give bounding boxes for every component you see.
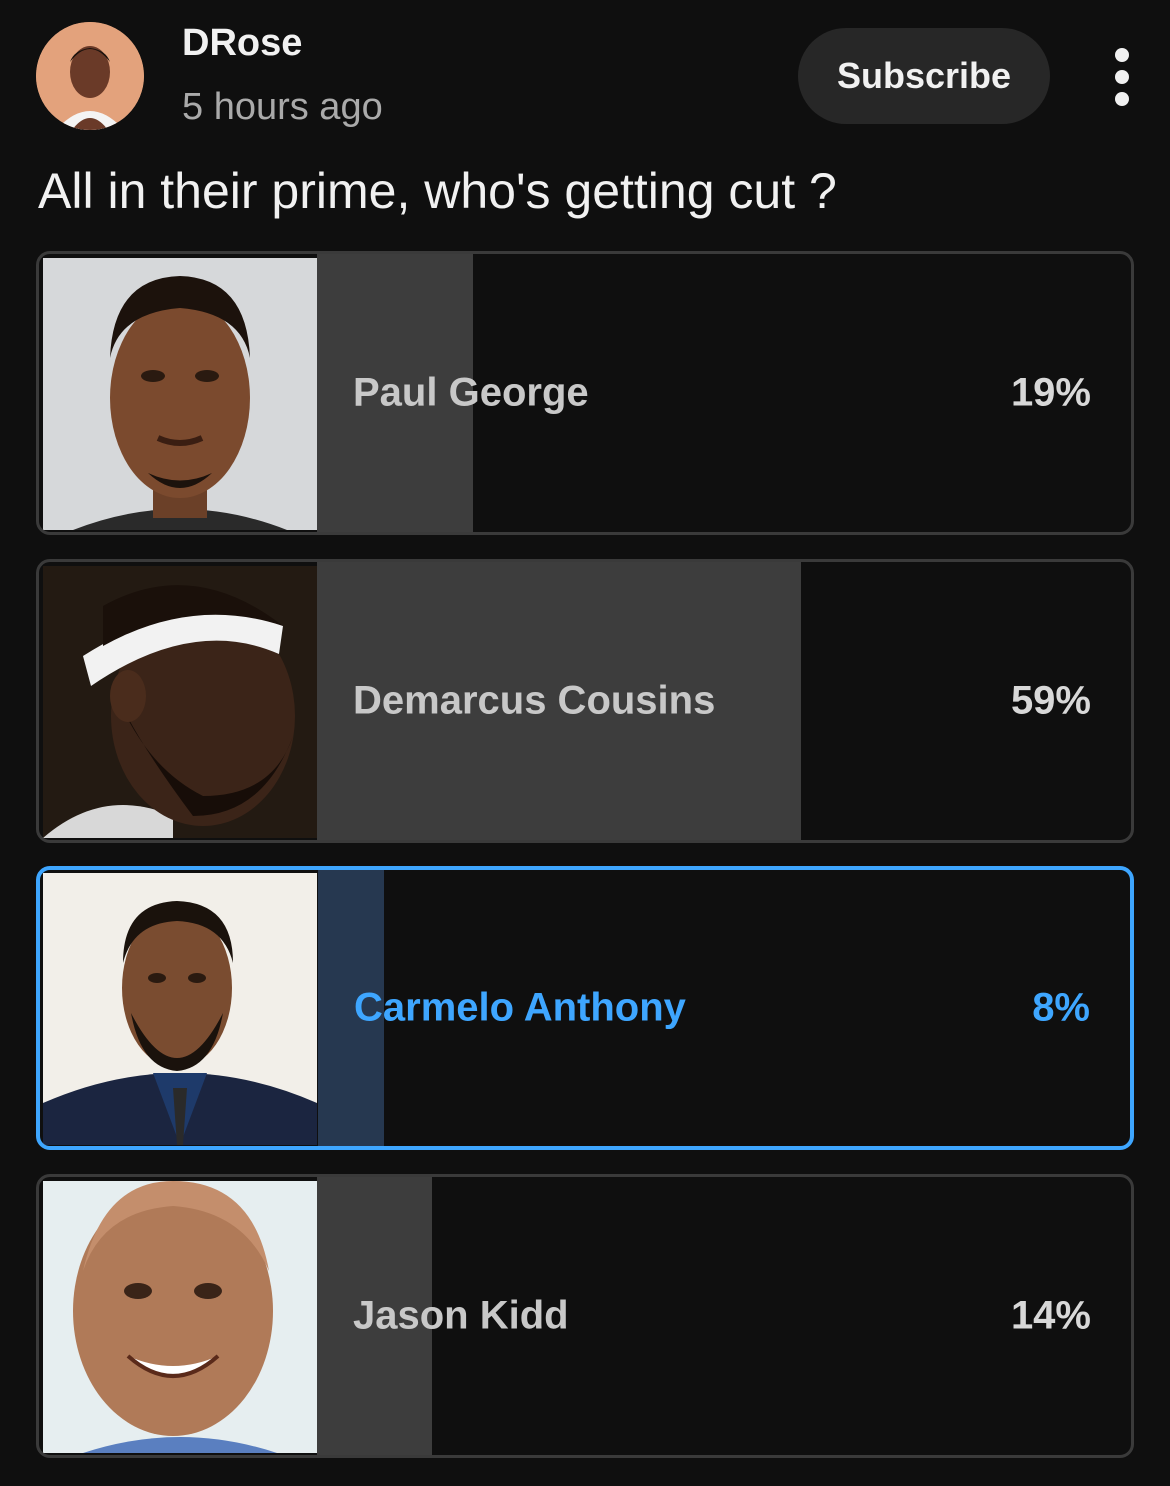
player-photo	[43, 566, 317, 838]
player-photo	[43, 258, 317, 530]
poll-option-label: Jason Kidd	[353, 1293, 569, 1338]
poll-option-label: Demarcus Cousins	[353, 678, 716, 723]
subscribe-button[interactable]: Subscribe	[798, 28, 1050, 124]
poll-option-label: Carmelo Anthony	[354, 985, 686, 1030]
player-photo	[43, 1181, 317, 1453]
post-timestamp: 5 hours ago	[182, 86, 383, 128]
poll-option-percent: 59%	[1010, 678, 1091, 723]
player-photo	[43, 873, 317, 1145]
poll-option-jason-kidd[interactable]: Jason Kidd 14%	[36, 1174, 1134, 1458]
post-header: DRose 5 hours ago Subscribe	[0, 0, 1170, 150]
poll-option-demarcus-cousins[interactable]: Demarcus Cousins 59%	[36, 559, 1134, 843]
poll-option-paul-george[interactable]: Paul George 19%	[36, 251, 1134, 535]
channel-name[interactable]: DRose	[182, 22, 302, 65]
poll-option-carmelo-anthony[interactable]: Carmelo Anthony 8%	[36, 866, 1134, 1150]
poll-option-percent: 8%	[1032, 985, 1090, 1030]
poll-question: All in their prime, who's getting cut ?	[38, 163, 837, 219]
more-vertical-icon[interactable]	[1104, 46, 1140, 108]
poll-option-percent: 19%	[1010, 370, 1091, 415]
poll-option-percent: 14%	[1010, 1293, 1091, 1338]
poll-option-label: Paul George	[353, 370, 589, 415]
channel-avatar[interactable]	[36, 22, 144, 130]
